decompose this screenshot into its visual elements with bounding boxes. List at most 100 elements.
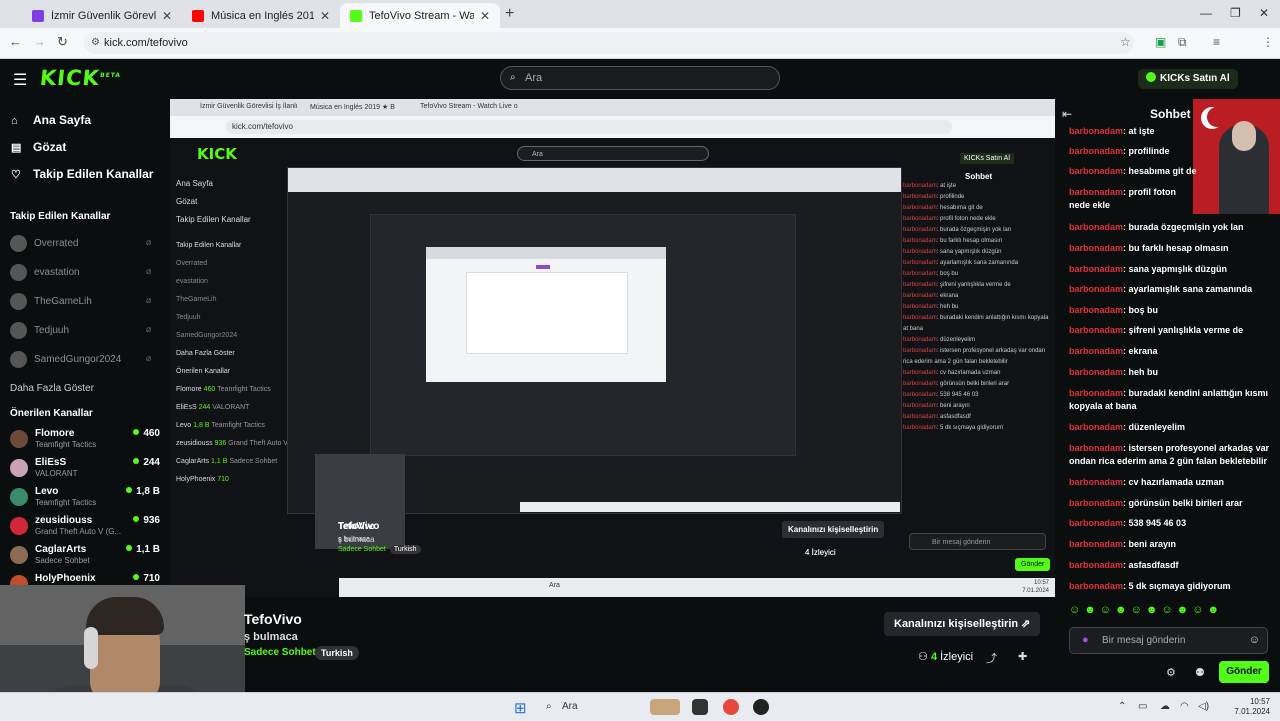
streamer-name[interactable]: TefoVivo [244, 611, 302, 627]
close-window-icon[interactable]: ✕ [1259, 6, 1269, 20]
followed-channel[interactable]: Overrated ⌀ [10, 235, 160, 252]
language-badge[interactable]: Turkish [315, 646, 359, 660]
chat-message[interactable]: barbonadam: buradaki kendini anlattığın … [1069, 387, 1269, 413]
volume-icon[interactable]: ◁) [1198, 701, 1209, 712]
recommended-channel[interactable]: Levo Teamfight Tactics 1,8 B [10, 486, 160, 510]
nav-browse[interactable]: ▤ Gözat [11, 140, 66, 154]
chat-message[interactable]: barbonadam: 5 dk sıçmaya gidiyorum [1069, 580, 1259, 593]
nested-rec: EliEsS 244 VALORANT [176, 404, 250, 411]
bot-icon[interactable]: ⚉ [1195, 666, 1205, 679]
share-icon[interactable]: ⤴ [986, 650, 997, 666]
gear-icon[interactable]: ⚙ [1166, 666, 1176, 679]
chat-message-input[interactable]: ● Bir mesaj gönderin ☺ [1069, 627, 1268, 654]
add-user-icon[interactable]: ✚ [1018, 650, 1027, 663]
windows-start-icon[interactable]: ⊞ [514, 699, 527, 717]
hamburger-menu-icon[interactable]: ☰ [13, 70, 27, 90]
close-tab-icon[interactable]: ✕ [320, 9, 330, 23]
followed-channel[interactable]: Tedjuuh ⌀ [10, 322, 160, 339]
wifi-icon[interactable]: ◠ [1180, 701, 1189, 712]
chat-message[interactable]: barbonadam: profilinde [1069, 145, 1259, 158]
emoji-icon[interactable]: ☺ [1249, 628, 1260, 653]
recommended-channel[interactable]: Flomore Teamfight Tactics 460 [10, 428, 160, 452]
mini-chat-input: Bir mesaj gönderin [909, 533, 1046, 550]
back-icon[interactable]: ← [9, 34, 22, 49]
avatar [10, 488, 28, 506]
show-more-link[interactable]: Daha Fazla Göster [10, 383, 94, 394]
chat-message[interactable]: barbonadam: ayarlamışlık sana zamanında [1069, 283, 1274, 296]
reload-icon[interactable]: ↻ [57, 34, 68, 50]
extension-icon[interactable]: ▣ [1155, 35, 1166, 49]
nav-following[interactable]: ♡ Takip Edilen Kanallar [11, 167, 153, 181]
chat-message[interactable]: barbonadam: profil foton nede ekle [1069, 186, 1199, 212]
chat-message[interactable]: barbonadam: heh bu [1069, 366, 1259, 379]
stream-category-link[interactable]: Sadece Sohbet [244, 647, 316, 658]
new-tab-button[interactable]: + [505, 5, 514, 23]
minimize-icon[interactable]: — [1200, 6, 1212, 20]
chat-message[interactable]: barbonadam: burada özgeçmişin yok lan [1069, 221, 1259, 234]
emote-row[interactable]: ☺☻☺☻☺☻☺☻☺☻ [1069, 604, 1269, 616]
chat-message[interactable]: barbonadam: hesabıma git de [1069, 165, 1259, 178]
chat-message[interactable]: barbonadam: istersen profesyonel arkadaş… [1069, 442, 1274, 468]
chrome-icon[interactable] [723, 699, 739, 715]
browse-icon: ▤ [11, 142, 22, 154]
nested-tab-title: TefoVivo Stream - Watch Live o [420, 103, 518, 110]
send-button[interactable]: Gönder [1219, 661, 1269, 683]
chevron-up-icon[interactable]: ⌃ [1118, 701, 1126, 712]
followed-channel[interactable]: TheGameLih ⌀ [10, 293, 160, 310]
chat-message[interactable]: barbonadam: şifreni yanlışlıkla verme de [1069, 324, 1259, 337]
bookmark-star-icon[interactable]: ☆ [1120, 35, 1131, 49]
buy-kicks-button[interactable]: KICKs Satın Al [1138, 69, 1238, 89]
recommended-channel[interactable]: CaglarArts Sadece Sohbet 1,1 B [10, 544, 160, 568]
chat-message[interactable]: barbonadam: asfasdfasdf [1069, 559, 1259, 572]
nested-chat-line: barbonadam: beni arayın [903, 403, 970, 409]
close-tab-icon[interactable]: ✕ [162, 9, 172, 23]
nav-home[interactable]: ⌂ Ana Sayfa [11, 113, 91, 127]
followed-channel[interactable]: evastation ⌀ [10, 264, 160, 281]
maximize-icon[interactable]: ❐ [1230, 6, 1241, 20]
chat-message[interactable]: barbonadam: bu farklı hesap olmasın [1069, 242, 1259, 255]
recommended-channel[interactable]: EliEsS VALORANT 244 [10, 457, 160, 481]
taskbar-widget-icon[interactable] [650, 699, 680, 715]
taskbar-clock[interactable]: 10:57 7.01.2024 [1220, 697, 1270, 717]
browser-tab[interactable]: İzmir Güvenlik Görevlisi İş İlanlı ✕ [22, 3, 182, 28]
site-info-icon[interactable]: ⚙ [91, 32, 100, 54]
chat-message[interactable]: barbonadam: sana yapmışlık düzgün [1069, 263, 1259, 276]
chat-message[interactable]: barbonadam: beni arayın [1069, 538, 1259, 551]
search-placeholder: Ara [525, 72, 543, 84]
chat-message[interactable]: barbonadam: görünsün belki birileri arar [1069, 497, 1259, 510]
live-dot-icon [133, 574, 140, 580]
system-tray-icon[interactable]: ▭ [1138, 701, 1147, 712]
onedrive-icon[interactable]: ☁ [1160, 701, 1170, 712]
collapse-chat-icon[interactable]: ⇤ [1062, 107, 1072, 121]
customize-channel-button[interactable]: Kanalınızı kişiselleştirin ⇗ [884, 612, 1041, 636]
chat-message[interactable]: barbonadam: at işte [1069, 125, 1259, 138]
stream-title: ş bulmaca [244, 631, 298, 643]
stream-video-player[interactable]: İzmir Güvenlik Görevlisi İş İlanlı Músic… [170, 99, 1055, 597]
extensions-puzzle-icon[interactable]: ⧉ [1178, 35, 1187, 50]
browser-menu-icon[interactable]: ⋮ [1262, 35, 1274, 49]
forward-icon[interactable]: → [33, 34, 46, 49]
recommended-channel[interactable]: zeusidiouss Grand Theft Auto V (G... 936 [10, 515, 160, 539]
nested-chat-line: barbonadam: 538 945 46 03 [903, 392, 979, 398]
microphone-icon[interactable]: ● [1082, 628, 1089, 653]
chat-message[interactable]: barbonadam: ekrana [1069, 345, 1259, 358]
followed-channel[interactable]: SamedGungor2024 ⌀ [10, 351, 160, 368]
close-tab-icon[interactable]: ✕ [480, 9, 490, 23]
chat-message[interactable]: barbonadam: 538 945 46 03 [1069, 517, 1259, 530]
chat-message[interactable]: barbonadam: düzenleyelim [1069, 421, 1259, 434]
url-text: kick.com/tefovivo [104, 37, 188, 49]
browser-tab[interactable]: Música en Inglés 2019 ★ B ✕ [182, 3, 340, 28]
browser-tab-active[interactable]: TefoVivo Stream - Watch Live o ✕ [340, 3, 500, 28]
url-input[interactable]: ⚙ kick.com/tefovivo [84, 32, 1134, 54]
reading-list-icon[interactable]: ≡ [1213, 35, 1220, 49]
windows-taskbar: ⊞ ⌕ Ara ⌃ ▭ ☁ ◠ ◁) 10:57 7.01.2024 [0, 692, 1280, 721]
chat-message[interactable]: barbonadam: cv hazırlamada uzman [1069, 476, 1259, 489]
offline-icon: ⌀ [146, 295, 152, 305]
search-input[interactable]: ⌕ Ara [500, 66, 780, 90]
kick-logo[interactable]: KICKBETA [39, 66, 122, 90]
app-icon[interactable] [753, 699, 769, 715]
nested-chat-line: barbonadam: bu farklı hesap olmasın [903, 238, 1003, 244]
channel-category: Teamfight Tactics [35, 440, 97, 449]
file-explorer-icon[interactable] [692, 699, 708, 715]
chat-message[interactable]: barbonadam: boş bu [1069, 304, 1259, 317]
